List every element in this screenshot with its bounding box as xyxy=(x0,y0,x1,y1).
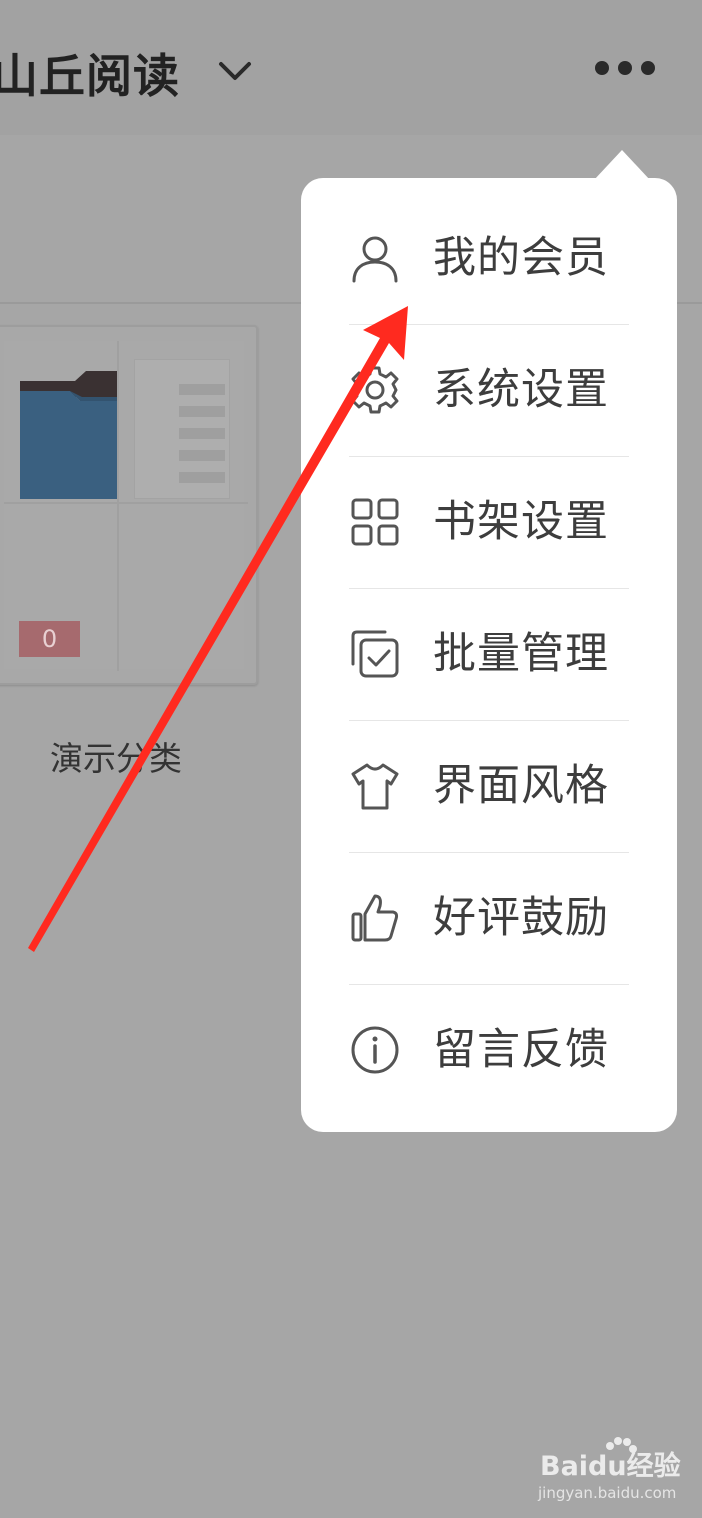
multi-select-icon xyxy=(351,630,399,678)
menu-item-feedback[interactable]: 留言反馈 xyxy=(301,984,677,1116)
menu-item-label: 好评鼓励 xyxy=(433,893,609,943)
folder-name[interactable]: 演示分类 xyxy=(50,732,182,780)
more-dots-icon xyxy=(595,61,609,75)
menu-item-label: 界面风格 xyxy=(433,761,609,811)
folder-icon xyxy=(20,367,117,499)
doc-line xyxy=(179,384,225,395)
more-dot xyxy=(618,61,632,75)
tshirt-icon xyxy=(351,763,399,810)
watermark-logo: Baidu经验 xyxy=(540,1451,681,1482)
gear-icon xyxy=(351,366,399,414)
grid-divider xyxy=(4,502,248,504)
count-badge: 0 xyxy=(19,621,80,657)
more-button[interactable] xyxy=(585,48,665,88)
screen: 山丘阅读 0 演示分类 我的会员 系统设置 书架设置 批量管理 界面风格 好评鼓… xyxy=(0,0,702,1518)
more-dot xyxy=(641,61,655,75)
menu-item-theme-style[interactable]: 界面风格 xyxy=(301,720,677,852)
menu-item-batch-manage[interactable]: 批量管理 xyxy=(301,588,677,720)
user-icon xyxy=(352,236,398,283)
grid-icon xyxy=(351,498,399,546)
popup-caret xyxy=(594,150,650,180)
menu-item-system-settings[interactable]: 系统设置 xyxy=(301,324,677,456)
chevron-down-icon[interactable] xyxy=(215,52,255,92)
app-title[interactable]: 山丘阅读 xyxy=(0,40,180,106)
grid-divider xyxy=(117,341,119,671)
menu-item-label: 书架设置 xyxy=(433,497,609,547)
popup-menu: 我的会员 系统设置 书架设置 批量管理 界面风格 好评鼓励 留言反馈 xyxy=(301,178,677,1132)
top-bar: 山丘阅读 xyxy=(0,0,702,135)
doc-line xyxy=(179,428,225,439)
menu-item-label: 我的会员 xyxy=(433,233,609,283)
info-icon xyxy=(351,1026,399,1074)
menu-item-shelf-settings[interactable]: 书架设置 xyxy=(301,456,677,588)
thumbs-up-icon xyxy=(351,894,399,942)
menu-item-label: 系统设置 xyxy=(433,365,609,415)
document-thumbnail xyxy=(134,359,230,499)
baidu-watermark: Baidu经验 jingyan.baidu.com xyxy=(538,1437,688,1508)
doc-line xyxy=(179,406,225,417)
menu-item-rate-us[interactable]: 好评鼓励 xyxy=(301,852,677,984)
menu-item-membership[interactable]: 我的会员 xyxy=(301,192,677,324)
menu-item-label: 留言反馈 xyxy=(433,1025,609,1075)
menu-item-label: 批量管理 xyxy=(433,629,609,679)
watermark-url: jingyan.baidu.com xyxy=(538,1484,677,1502)
doc-line xyxy=(179,472,225,483)
folder-card[interactable]: 0 xyxy=(0,325,258,685)
doc-line xyxy=(179,450,225,461)
